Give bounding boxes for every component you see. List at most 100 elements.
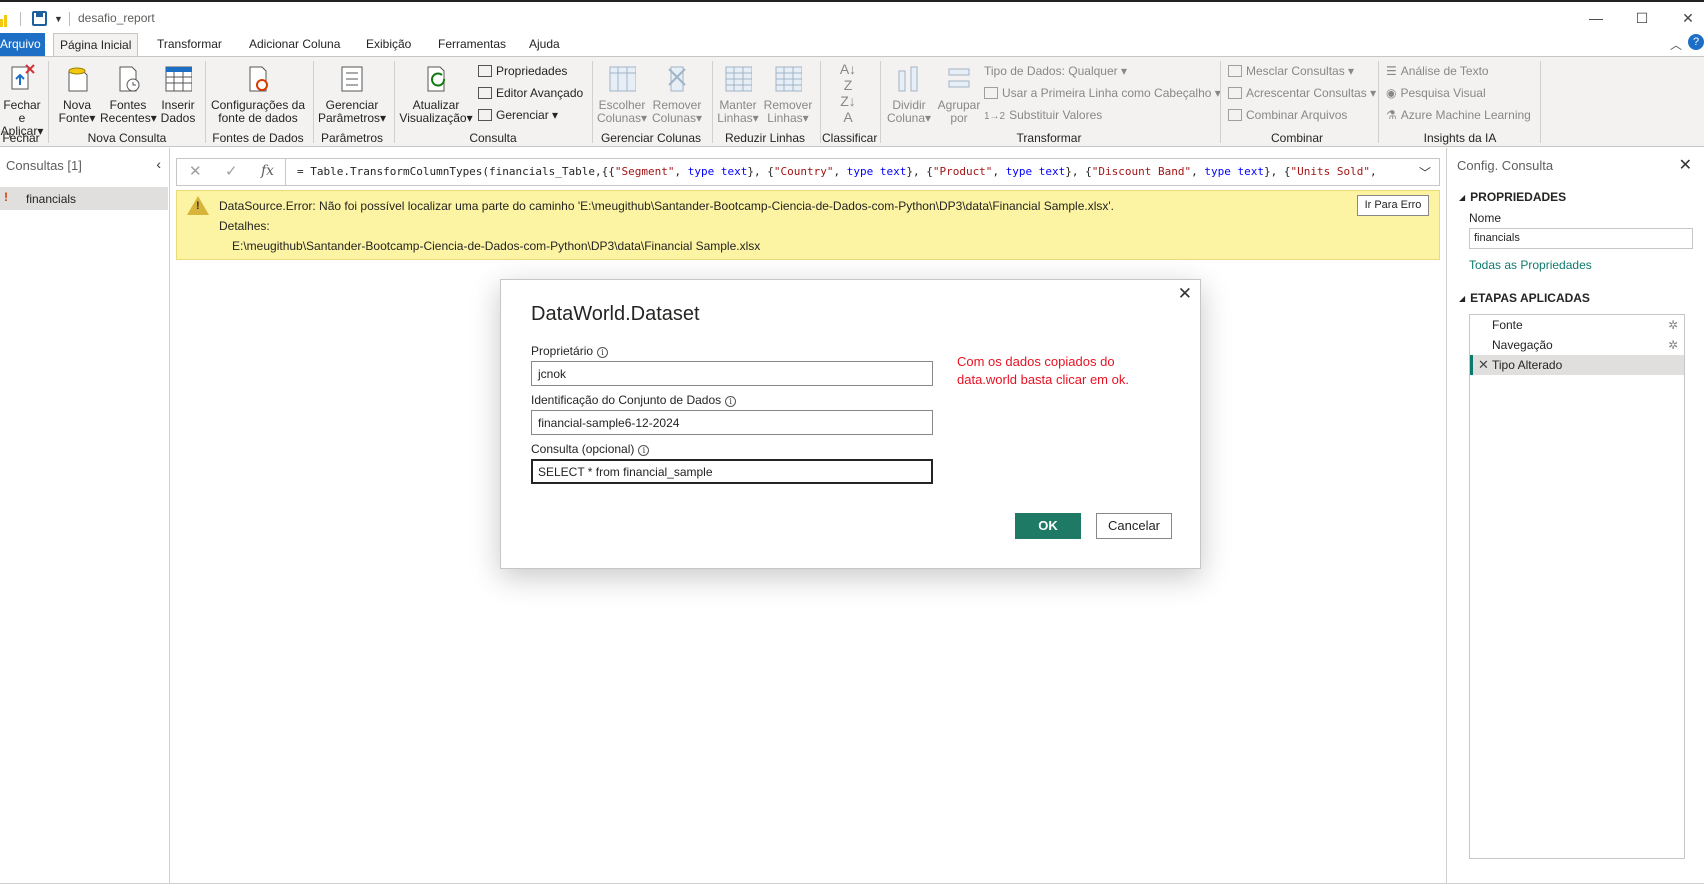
azure-ml-button[interactable]: ⚗ Azure Machine Learning [1386, 107, 1531, 125]
first-row-header-button[interactable]: Usar a Primeira Linha como Cabeçalho ▾ [984, 85, 1221, 103]
cancel-button[interactable]: Cancelar [1096, 513, 1172, 539]
name-label: Nome [1469, 211, 1502, 225]
properties-button[interactable]: Propriedades [478, 63, 567, 81]
replace-values-button[interactable]: 1→2 Substituir Valores [984, 107, 1102, 125]
tab-ferramentas[interactable]: Ferramentas [432, 33, 512, 56]
choose-columns-button[interactable]: Escolher Colunas▾ [596, 63, 648, 125]
manage-parameters-icon [338, 63, 366, 93]
flask-icon: ⚗ [1386, 108, 1397, 122]
group-by-icon [945, 63, 973, 93]
group-label-close: Fechar [2, 131, 40, 145]
dropdown-caret-icon: ▾ [696, 111, 703, 125]
maximize-icon[interactable]: ☐ [1632, 8, 1652, 28]
keep-rows-button[interactable]: Manter Linhas▾ [716, 63, 760, 125]
minimize-icon[interactable]: — [1586, 8, 1606, 28]
help-icon[interactable]: ? [1688, 34, 1704, 50]
split-column-button[interactable]: Dividir Coluna▾ [884, 63, 934, 125]
remove-rows-button[interactable]: Remover Linhas▾ [762, 63, 814, 125]
combine-files-button[interactable]: Combinar Arquivos [1228, 107, 1347, 125]
data-type-dropdown[interactable]: Tipo de Dados: Qualquer ▾ [984, 63, 1127, 81]
remove-columns-button[interactable]: Remover Colunas▾ [650, 63, 704, 125]
collapse-ribbon-icon[interactable]: ︿ [1670, 36, 1682, 53]
cancel-formula-icon[interactable]: ✕ [189, 162, 202, 180]
dialog-title: DataWorld.Dataset [531, 303, 700, 325]
applied-steps-list: Fonte ✲ Navegação ✲ ✕ Tipo Alterado [1469, 314, 1685, 859]
dropdown-caret-icon: ▾ [925, 111, 932, 125]
collapse-pane-chevron-icon[interactable]: ‹ [156, 156, 161, 172]
tab-transformar[interactable]: Transformar [151, 33, 228, 56]
close-pane-icon[interactable]: ✕ [1679, 155, 1692, 175]
tab-exibicao[interactable]: Exibição [360, 33, 417, 56]
append-queries-button[interactable]: Acrescentar Consultas ▾ [1228, 85, 1376, 103]
group-separator [880, 61, 881, 143]
step-tipo-alterado[interactable]: ✕ Tipo Alterado [1470, 355, 1684, 375]
ok-button[interactable]: OK [1015, 513, 1081, 539]
text-analytics-button[interactable]: ☰ Análise de Texto [1386, 63, 1489, 81]
warning-icon: ! [187, 196, 209, 215]
close-dialog-icon[interactable]: ✕ [1178, 284, 1192, 304]
group-by-button[interactable]: Agrupar por [936, 63, 982, 125]
table-header-icon [984, 87, 998, 99]
gear-icon[interactable]: ✲ [1668, 315, 1678, 335]
query-field[interactable]: SELECT * from financial_sample [531, 459, 933, 484]
dataset-id-field[interactable]: financial-sample6-12-2024 [531, 410, 933, 435]
delete-step-icon[interactable]: ✕ [1478, 355, 1489, 375]
quick-access-dropdown-icon[interactable]: ▼ [54, 14, 63, 24]
refresh-preview-button[interactable]: Atualizar Visualização▾ [398, 63, 474, 125]
sort-descending-icon[interactable]: Z↓ A [836, 93, 860, 125]
dropdown-caret-icon: ▾ [150, 111, 157, 125]
tab-ajuda[interactable]: Ajuda [523, 33, 566, 56]
query-item[interactable]: ! financials [0, 187, 168, 210]
query-name-field[interactable]: financials [1469, 228, 1693, 249]
manage-icon [478, 109, 492, 121]
all-properties-link[interactable]: Todas as Propriedades [1469, 258, 1592, 272]
group-label-reduce-rows: Reduzir Linhas [724, 131, 806, 145]
recent-sources-button[interactable]: Fontes Recentes▾ [100, 63, 157, 125]
properties-section-header[interactable]: PROPRIEDADES [1459, 190, 1566, 204]
data-source-settings-button[interactable]: Configurações da fonte de dados [210, 63, 306, 125]
close-apply-button[interactable]: Fechar e Aplicar▾ [0, 63, 44, 138]
dataset-id-label: Identificação do Conjunto de Dados i [531, 393, 737, 407]
tab-arquivo[interactable]: Arquivo [0, 33, 45, 56]
close-window-icon[interactable]: ✕ [1678, 8, 1698, 28]
vision-button[interactable]: ◉ Pesquisa Visual [1386, 85, 1486, 103]
manage-parameters-button[interactable]: Gerenciar Parâmetros▾ [316, 63, 388, 125]
gear-icon[interactable]: ✲ [1668, 335, 1678, 355]
expand-formula-chevron-icon[interactable]: ﹀ [1419, 164, 1431, 181]
data-source-settings-icon [244, 63, 272, 93]
group-separator [592, 61, 593, 143]
info-icon: i [725, 396, 737, 407]
window-title: desafio_report [78, 11, 155, 25]
merge-queries-button[interactable]: Mesclar Consultas ▾ [1228, 63, 1354, 81]
formula-divider [285, 159, 286, 185]
choose-columns-icon [608, 63, 637, 93]
append-queries-icon [1228, 87, 1242, 99]
confirm-formula-icon[interactable]: ✓ [225, 162, 238, 180]
enter-data-button[interactable]: Inserir Dados [158, 63, 198, 125]
go-to-error-button[interactable]: Ir Para Erro [1357, 195, 1429, 216]
group-separator [1540, 61, 1541, 143]
save-icon[interactable] [32, 11, 47, 26]
ribbon-tabs: Arquivo Página Inicial Transformar Adici… [0, 33, 1704, 57]
split-column-icon [895, 63, 923, 93]
group-label-combine: Combinar [1270, 131, 1324, 145]
refresh-preview-icon [422, 63, 450, 93]
title-bar: ▼ desafio_report — ☐ ✕ [0, 0, 1704, 33]
step-navegacao[interactable]: Navegação ✲ [1470, 335, 1684, 355]
tab-pagina-inicial[interactable]: Página Inicial [53, 33, 139, 57]
owner-field[interactable]: jcnok [531, 361, 933, 386]
info-icon: i [597, 347, 609, 358]
owner-label: Proprietário i [531, 344, 609, 358]
queries-pane: Consultas [1] ‹ ! financials [0, 148, 170, 883]
applied-steps-header[interactable]: ETAPAS APLICADAS [1459, 291, 1590, 305]
query-name: financials [26, 192, 77, 206]
tab-adicionar-coluna[interactable]: Adicionar Coluna [243, 33, 346, 56]
group-separator [1220, 61, 1221, 143]
manage-button[interactable]: Gerenciar ▾ [478, 107, 558, 125]
query-settings-pane: Config. Consulta ✕ PROPRIEDADES Nome fin… [1446, 148, 1704, 883]
formula-input[interactable]: = Table.TransformColumnTypes(financials_… [297, 165, 1377, 178]
sort-ascending-icon[interactable]: A↓ Z [836, 61, 860, 93]
step-fonte[interactable]: Fonte ✲ [1470, 315, 1684, 335]
new-source-button[interactable]: Nova Fonte▾ [56, 63, 98, 125]
advanced-editor-button[interactable]: Editor Avançado [478, 85, 583, 103]
